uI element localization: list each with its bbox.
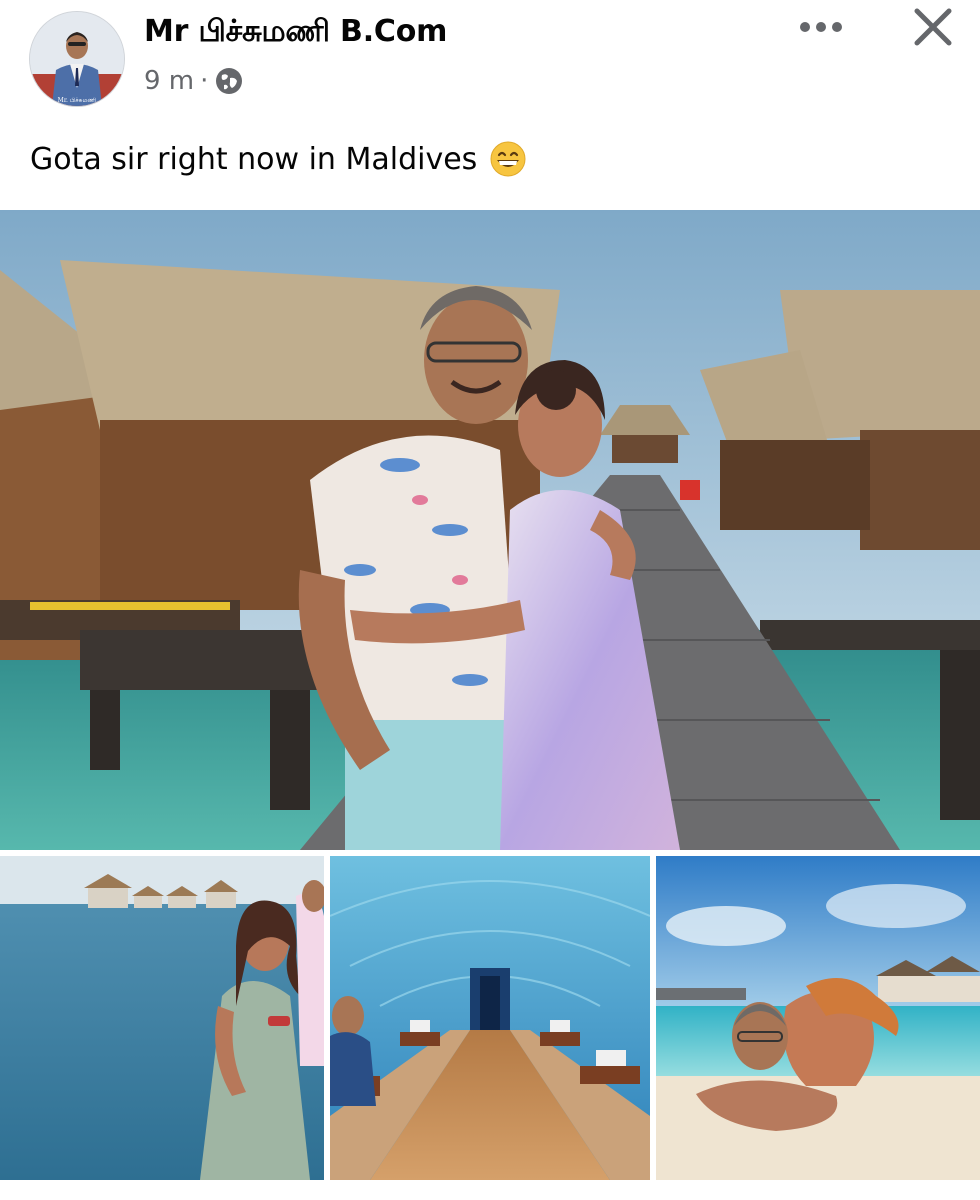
more-options-icon bbox=[800, 22, 842, 32]
main-photo[interactable] bbox=[0, 210, 980, 850]
meta-separator: · bbox=[200, 66, 209, 96]
caption-text: Gota sir right now in Maldives bbox=[30, 141, 478, 177]
globe-icon[interactable] bbox=[214, 66, 244, 96]
close-button[interactable] bbox=[906, 0, 960, 54]
avatar-text: Mr. பிச்சுமணி bbox=[58, 97, 97, 104]
close-icon bbox=[914, 8, 952, 46]
avatar[interactable]: Mr. பிச்சுமணி bbox=[30, 12, 124, 106]
beach-photo[interactable] bbox=[656, 856, 980, 1180]
post-timestamp[interactable]: 9 m bbox=[144, 66, 194, 96]
sea-photo[interactable] bbox=[0, 856, 324, 1180]
more-options-button[interactable] bbox=[790, 10, 852, 44]
grinning-face-icon bbox=[489, 140, 527, 178]
post-meta: 9 m · bbox=[144, 64, 244, 98]
post-caption: Gota sir right now in Maldives bbox=[30, 140, 527, 178]
author-name[interactable]: Mr பிச்சுமணி B.Com bbox=[144, 14, 447, 53]
underwater-restaurant-photo[interactable] bbox=[330, 856, 650, 1180]
avatar-image: Mr. பிச்சுமணி bbox=[30, 12, 124, 106]
